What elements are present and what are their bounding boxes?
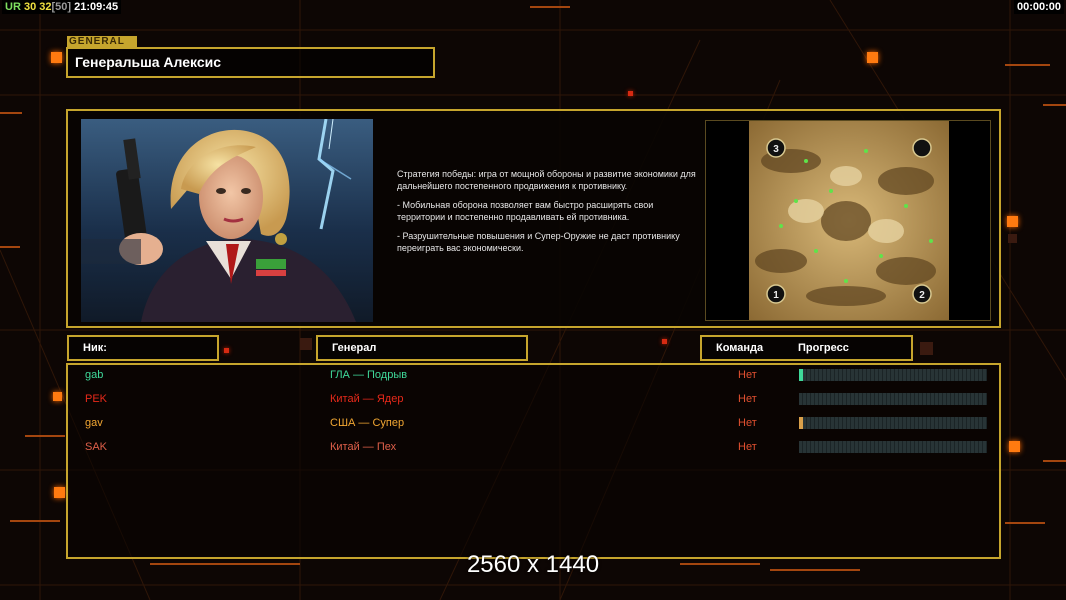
progress-fill xyxy=(799,417,803,429)
spawn-marker-1: 1 xyxy=(766,284,786,304)
player-row: gab ГЛА — Подрыв Нет xyxy=(68,367,999,383)
player-row: PEK Китай — Ядер Нет xyxy=(68,391,999,407)
hud-segment: [50] xyxy=(51,1,72,13)
general-tag: GENERAL xyxy=(67,36,137,47)
portrait-image xyxy=(81,119,356,322)
progress-bar xyxy=(799,441,987,453)
hud-stats: UR 30 32[50] 21:09:45 xyxy=(2,0,122,14)
player-general: Китай — Ядер xyxy=(330,393,404,405)
spawn-marker-empty xyxy=(912,138,932,158)
header-team: Команда xyxy=(716,342,764,354)
progress-bar xyxy=(799,393,987,405)
header-nick: Ник: xyxy=(67,335,219,361)
player-nick: gav xyxy=(85,417,103,429)
player-nick: SAK xyxy=(85,441,108,453)
header-progress: Прогресс xyxy=(798,342,849,354)
player-general: США — Супер xyxy=(330,417,405,429)
player-team: Нет xyxy=(738,417,757,429)
svg-text:2: 2 xyxy=(919,290,925,301)
strategy-paragraph: Стратегия победы: игра от мощной обороны… xyxy=(397,169,696,191)
player-team: Нет xyxy=(738,369,757,381)
hud-segment: UR xyxy=(5,1,21,13)
hud-segment: 30 xyxy=(20,1,37,13)
hud-clock: 21:09:45 xyxy=(71,1,119,13)
player-team: Нет xyxy=(738,441,757,453)
strategy-paragraph: - Мобильная оборона позволяет вам быстро… xyxy=(397,200,654,222)
map-image: 3 1 2 xyxy=(749,121,949,320)
spawn-marker-2: 2 xyxy=(912,284,932,304)
player-team: Нет xyxy=(738,393,757,405)
progress-bar xyxy=(799,369,987,381)
player-row: SAK Китай — Пех Нет xyxy=(68,439,999,455)
spawn-marker-3: 3 xyxy=(766,138,786,158)
progress-fill xyxy=(799,369,803,381)
general-name: Генеральша Алексис xyxy=(66,47,435,78)
header-team-progress: Команда Прогресс xyxy=(700,335,913,361)
svg-text:1: 1 xyxy=(773,290,779,301)
map-preview: 3 1 2 xyxy=(705,120,991,321)
player-general: ГЛА — Подрыв xyxy=(330,369,408,381)
progress-bar xyxy=(799,417,987,429)
player-row: gav США — Супер Нет xyxy=(68,415,999,431)
player-nick: PEK xyxy=(85,393,108,405)
svg-text:3: 3 xyxy=(773,144,779,155)
players-panel: gab ГЛА — Подрыв Нет PEK Китай — Ядер Не… xyxy=(66,363,1001,559)
hud-segment: 32 xyxy=(36,1,52,13)
player-nick: gab xyxy=(85,369,104,381)
header-general: Генерал xyxy=(316,335,528,361)
game-timer: 00:00:00 xyxy=(1013,0,1064,14)
general-info-panel: Стратегия победы: игра от мощной обороны… xyxy=(66,109,1001,328)
strategy-paragraph: - Разрушительные повышения и Супер-Оружи… xyxy=(397,231,680,253)
general-portrait xyxy=(81,119,373,322)
player-general: Китай — Пех xyxy=(330,441,397,453)
strategy-text: Стратегия победы: игра от мощной обороны… xyxy=(397,169,697,262)
resolution-watermark: 2560 x 1440 xyxy=(466,551,600,578)
